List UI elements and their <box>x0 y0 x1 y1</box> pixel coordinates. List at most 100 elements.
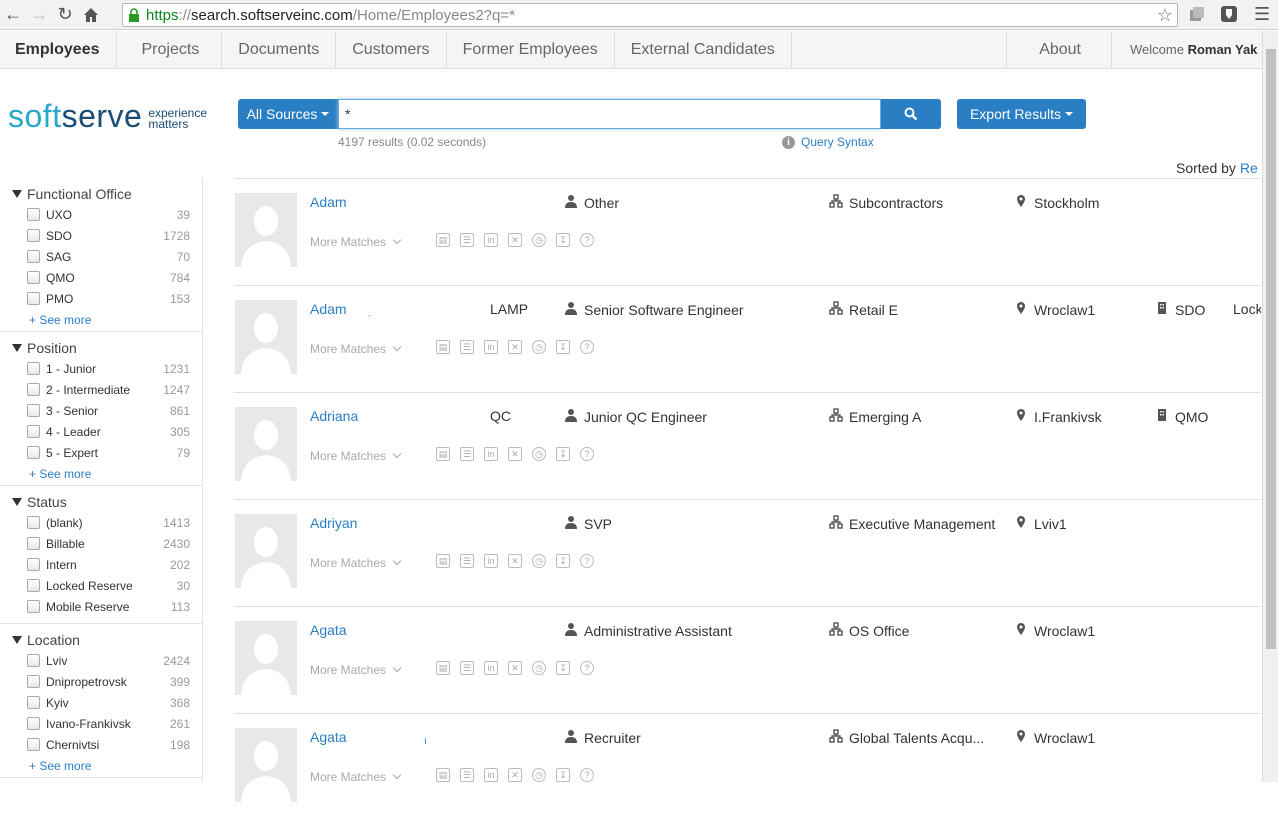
employee-name-link[interactable]: Adam <box>310 301 347 317</box>
facet-option[interactable]: SAG 70 <box>12 246 190 267</box>
clock-icon[interactable]: ◷ <box>532 447 546 461</box>
document-icon[interactable]: ☰ <box>460 340 474 354</box>
close-box-icon[interactable]: ✕ <box>508 661 522 675</box>
help-icon[interactable]: ? <box>580 768 594 782</box>
help-icon[interactable]: ? <box>580 661 594 675</box>
facet-option[interactable]: 2 - Intermediate 1247 <box>12 379 190 400</box>
facet-checkbox[interactable] <box>27 425 40 438</box>
search-input[interactable]: * <box>338 99 881 129</box>
more-matches-toggle[interactable]: More Matches <box>310 342 402 356</box>
profile-card-icon[interactable]: ▤ <box>436 554 450 568</box>
download-icon[interactable]: ↧ <box>556 340 570 354</box>
facet-checkbox[interactable] <box>27 383 40 396</box>
see-more-link[interactable]: + See more <box>12 309 190 331</box>
facet-option[interactable]: 1 - Junior 1231 <box>12 358 190 379</box>
facet-checkbox[interactable] <box>27 537 40 550</box>
facet-title[interactable]: Position <box>12 338 190 358</box>
help-icon[interactable]: ? <box>580 554 594 568</box>
clock-icon[interactable]: ◷ <box>532 768 546 782</box>
facet-checkbox[interactable] <box>27 600 40 613</box>
facet-option[interactable]: Kyiv 368 <box>12 692 190 713</box>
profile-card-icon[interactable]: ▤ <box>436 661 450 675</box>
linkedin-icon[interactable]: in <box>484 447 498 461</box>
facet-checkbox[interactable] <box>27 717 40 730</box>
page-scrollbar[interactable] <box>1262 31 1278 782</box>
employee-name-link[interactable]: Adam <box>310 194 347 210</box>
query-syntax-link[interactable]: i Query Syntax <box>782 135 874 149</box>
linkedin-icon[interactable]: in <box>484 768 498 782</box>
avatar[interactable] <box>235 514 297 588</box>
document-icon[interactable]: ☰ <box>460 661 474 675</box>
linkedin-icon[interactable]: in <box>484 340 498 354</box>
see-more-link[interactable]: + See more <box>12 463 190 485</box>
softserve-logo[interactable]: soft serve experience matters <box>8 98 207 135</box>
facet-option[interactable]: Locked Reserve 30 <box>12 575 190 596</box>
sorted-by-value[interactable]: Re <box>1240 160 1258 176</box>
facet-option[interactable]: Mobile Reserve 113 <box>12 596 190 617</box>
export-results-button[interactable]: Export Results <box>957 99 1086 129</box>
clock-icon[interactable]: ◷ <box>532 340 546 354</box>
close-box-icon[interactable]: ✕ <box>508 340 522 354</box>
more-matches-toggle[interactable]: More Matches <box>310 663 402 677</box>
tab-customers[interactable]: Customers <box>336 31 447 69</box>
all-sources-dropdown[interactable]: All Sources <box>238 99 338 129</box>
facet-checkbox[interactable] <box>27 738 40 751</box>
profile-card-icon[interactable]: ▤ <box>436 340 450 354</box>
profile-card-icon[interactable]: ▤ <box>436 768 450 782</box>
close-box-icon[interactable]: ✕ <box>508 233 522 247</box>
employee-name-link[interactable]: Adriana <box>310 408 358 424</box>
avatar[interactable] <box>235 300 297 374</box>
close-box-icon[interactable]: ✕ <box>508 447 522 461</box>
facet-option[interactable]: Intern 202 <box>12 554 190 575</box>
help-icon[interactable]: ? <box>580 233 594 247</box>
facet-option[interactable]: Ivano-Frankivsk 261 <box>12 713 190 734</box>
profile-card-icon[interactable]: ▤ <box>436 447 450 461</box>
tab-about[interactable]: About <box>1007 31 1112 69</box>
linkedin-icon[interactable]: in <box>484 661 498 675</box>
employee-name-link[interactable]: Agata <box>310 729 347 745</box>
close-box-icon[interactable]: ✕ <box>508 554 522 568</box>
tab-documents[interactable]: Documents <box>222 31 337 69</box>
extension-shield-icon[interactable] <box>1220 5 1240 25</box>
avatar[interactable] <box>235 621 297 695</box>
facet-checkbox[interactable] <box>27 208 40 221</box>
facet-option[interactable]: PMO 153 <box>12 288 190 309</box>
linkedin-icon[interactable]: in <box>484 233 498 247</box>
employee-name-link[interactable]: Agata <box>310 622 347 638</box>
facet-option[interactable]: Dnipropetrovsk 399 <box>12 671 190 692</box>
facet-checkbox[interactable] <box>27 654 40 667</box>
facet-checkbox[interactable] <box>27 446 40 459</box>
reload-icon[interactable]: ↻ <box>52 1 78 29</box>
document-icon[interactable]: ☰ <box>460 447 474 461</box>
menu-icon[interactable]: ☰ <box>1254 5 1274 25</box>
facet-checkbox[interactable] <box>27 362 40 375</box>
facet-checkbox[interactable] <box>27 696 40 709</box>
clock-icon[interactable]: ◷ <box>532 554 546 568</box>
download-icon[interactable]: ↧ <box>556 233 570 247</box>
home-icon[interactable] <box>78 1 104 29</box>
forward-icon[interactable]: → <box>26 1 52 29</box>
facet-checkbox[interactable] <box>27 292 40 305</box>
facet-option[interactable]: QMO 784 <box>12 267 190 288</box>
facet-option[interactable]: 4 - Leader 305 <box>12 421 190 442</box>
close-box-icon[interactable]: ✕ <box>508 768 522 782</box>
facet-checkbox[interactable] <box>27 271 40 284</box>
facet-option[interactable]: Billable 2430 <box>12 533 190 554</box>
profile-card-icon[interactable]: ▤ <box>436 233 450 247</box>
facet-checkbox[interactable] <box>27 229 40 242</box>
facet-option[interactable]: Chernivtsi 198 <box>12 734 190 755</box>
facet-option[interactable]: (blank) 1413 <box>12 512 190 533</box>
facet-option[interactable]: 3 - Senior 861 <box>12 400 190 421</box>
tab-projects[interactable]: Projects <box>117 31 223 69</box>
clock-icon[interactable]: ◷ <box>532 661 546 675</box>
document-icon[interactable]: ☰ <box>460 233 474 247</box>
facet-option[interactable]: SDO 1728 <box>12 225 190 246</box>
tab-former-employees[interactable]: Former Employees <box>447 31 615 69</box>
facet-title[interactable]: Status <box>12 492 190 512</box>
see-more-link[interactable]: + See more <box>12 755 190 777</box>
document-icon[interactable]: ☰ <box>460 768 474 782</box>
tab-external-candidates[interactable]: External Candidates <box>615 31 792 69</box>
welcome-user[interactable]: Welcome Roman Yak <box>1112 31 1262 68</box>
facet-option[interactable]: UXO 39 <box>12 204 190 225</box>
facet-checkbox[interactable] <box>27 558 40 571</box>
